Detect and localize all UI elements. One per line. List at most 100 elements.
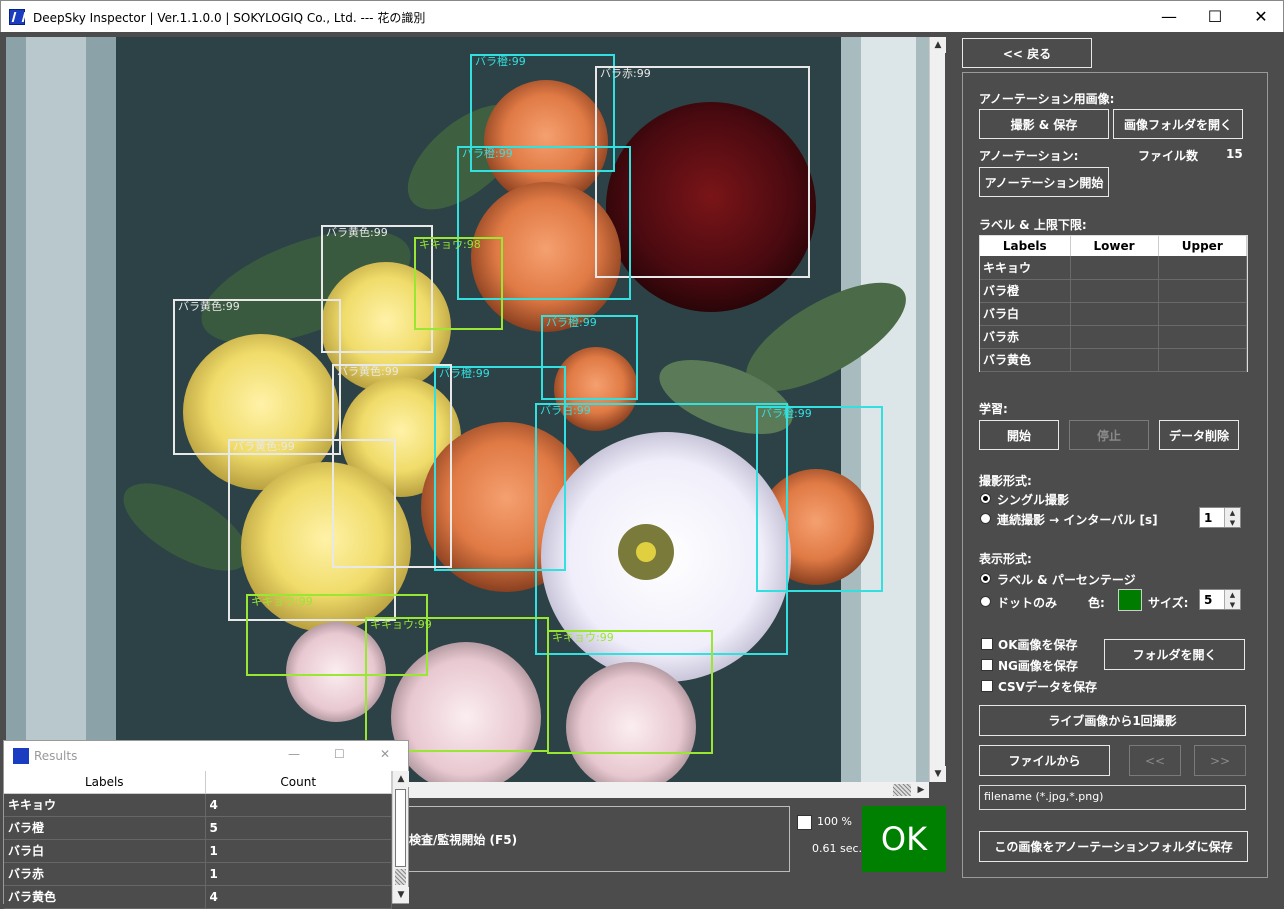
label-cell[interactable]: バラ白 <box>980 302 1071 326</box>
continuous-capture-radio[interactable] <box>980 513 991 524</box>
table-row[interactable]: バラ赤 <box>980 325 1247 349</box>
label-cell[interactable]: キキョウ <box>980 256 1071 280</box>
lower-cell[interactable] <box>1070 256 1159 280</box>
size-stepper[interactable]: 5 ▲ ▼ <box>1199 589 1241 610</box>
table-row[interactable]: バラ黄色 4 <box>4 885 392 909</box>
results-maximize-button[interactable]: ☐ <box>334 747 345 761</box>
count-cell: 4 <box>205 885 392 909</box>
results-scrollbar[interactable]: ▲ ▼ <box>392 771 409 903</box>
interval-stepper[interactable]: 1 ▲ ▼ <box>1199 507 1241 528</box>
scroll-thumb[interactable] <box>395 789 406 867</box>
table-row[interactable]: バラ橙 5 <box>4 816 392 840</box>
flower-image <box>6 37 929 782</box>
back-button[interactable]: << 戻る <box>962 38 1092 68</box>
start-inspection-label[interactable]: 検査/監視開始 (F5) <box>409 831 517 848</box>
table-row[interactable]: キキョウ 4 <box>4 793 392 817</box>
stepper-up-icon[interactable]: ▲ <box>1225 590 1240 600</box>
continuous-capture-label: 連続撮影 → インターバル [s] <box>997 513 1158 527</box>
label-percentage-label: ラベル & パーセンテージ <box>997 573 1136 587</box>
label-limits-label: ラベル & 上限下限: <box>979 218 1087 232</box>
column-header[interactable]: Upper <box>1158 236 1247 256</box>
save-csv-checkbox[interactable] <box>981 680 993 692</box>
table-row[interactable]: バラ赤 1 <box>4 862 392 886</box>
table-row[interactable]: バラ白 <box>980 302 1247 326</box>
label-percentage-radio[interactable] <box>980 573 991 584</box>
scroll-right-icon[interactable]: ▶ <box>913 782 929 798</box>
vertical-scrollbar[interactable]: ▲ ▼ <box>929 37 946 782</box>
scroll-down-icon[interactable]: ▼ <box>930 766 946 782</box>
table-row[interactable]: キキョウ <box>980 256 1247 280</box>
count-cell: 1 <box>205 839 392 863</box>
lower-cell[interactable] <box>1070 279 1159 303</box>
table-row[interactable]: バラ橙 <box>980 279 1247 303</box>
open-image-folder-button[interactable]: 画像フォルダを開く <box>1113 109 1243 139</box>
column-header[interactable]: Labels <box>4 771 206 794</box>
single-capture-radio[interactable] <box>980 493 991 504</box>
scroll-up-icon[interactable]: ▲ <box>393 771 409 787</box>
column-header[interactable]: Lower <box>1070 236 1159 256</box>
filename-field[interactable]: filename (*.jpg,*.png) <box>979 785 1246 810</box>
annotation-label: アノーテーション: <box>979 149 1079 163</box>
minimize-button[interactable]: — <box>1146 1 1192 32</box>
prev-file-button[interactable]: << <box>1129 745 1181 776</box>
upper-cell[interactable] <box>1158 256 1247 280</box>
capture-save-button[interactable]: 撮影 & 保存 <box>979 109 1109 139</box>
column-header[interactable]: Labels <box>980 236 1071 256</box>
dots-only-radio[interactable] <box>980 596 991 607</box>
size-value[interactable]: 5 <box>1204 593 1212 607</box>
next-file-button[interactable]: >> <box>1194 745 1246 776</box>
results-minimize-button[interactable]: — <box>288 747 300 761</box>
upper-cell[interactable] <box>1158 348 1247 372</box>
label-cell: バラ白 <box>4 839 206 863</box>
image-viewer[interactable]: バラ橙:99 バラ赤:99 バラ橙:99 バラ黄色:99 キキョウ:98 バラ黄… <box>6 37 929 782</box>
delete-data-button[interactable]: データ削除 <box>1159 420 1239 450</box>
table-row[interactable]: バラ黄色 <box>980 348 1247 372</box>
learn-start-button[interactable]: 開始 <box>979 420 1059 450</box>
title-bar: DeepSky Inspector | Ver.1.1.0.0 | SOKYLO… <box>0 0 1284 32</box>
scroll-grip[interactable] <box>395 869 406 885</box>
column-header[interactable]: Count <box>205 771 392 794</box>
label-limits-grid[interactable]: Labels Lower Upper キキョウ バラ橙 バラ白 バラ赤 バラ黄色 <box>979 235 1248 372</box>
label-cell[interactable]: バラ橙 <box>980 279 1071 303</box>
from-file-button[interactable]: ファイルから <box>979 745 1110 776</box>
app-icon <box>9 9 25 25</box>
capture-once-live-button[interactable]: ライブ画像から1回撮影 <box>979 705 1246 736</box>
results-grid[interactable]: Labels Count キキョウ 4 バラ橙 5 バラ白 1 バラ赤 1 バラ黄色 4 <box>4 771 392 909</box>
scroll-down-icon[interactable]: ▼ <box>393 887 409 903</box>
stepper-up-icon[interactable]: ▲ <box>1225 508 1240 518</box>
inspection-start-box[interactable]: 検査/監視開始 (F5) <box>404 806 790 872</box>
display-format-label: 表示形式: <box>979 552 1032 566</box>
stepper-down-icon[interactable]: ▼ <box>1225 518 1240 528</box>
annotation-image-label: アノーテーション用画像: <box>979 92 1115 106</box>
lower-cell[interactable] <box>1070 325 1159 349</box>
open-folder-button[interactable]: フォルダを開く <box>1104 639 1245 670</box>
scroll-up-icon[interactable]: ▲ <box>930 37 946 53</box>
upper-cell[interactable] <box>1158 325 1247 349</box>
label-cell[interactable]: バラ黄色 <box>980 348 1071 372</box>
upper-cell[interactable] <box>1158 302 1247 326</box>
upper-cell[interactable] <box>1158 279 1247 303</box>
label-cell[interactable]: バラ赤 <box>980 325 1071 349</box>
save-ok-checkbox[interactable] <box>981 638 993 650</box>
dot-color-swatch[interactable] <box>1118 589 1142 611</box>
learn-stop-button[interactable]: 停止 <box>1069 420 1149 450</box>
start-annotation-button[interactable]: アノーテーション開始 <box>979 167 1109 197</box>
capture-format-label: 撮影形式: <box>979 474 1032 488</box>
stepper-down-icon[interactable]: ▼ <box>1225 600 1240 610</box>
count-cell: 1 <box>205 862 392 886</box>
scroll-grip[interactable] <box>893 784 911 796</box>
maximize-button[interactable]: ☐ <box>1192 1 1238 32</box>
save-ng-checkbox[interactable] <box>981 659 993 671</box>
results-title-bar[interactable]: Results — ☐ ✕ <box>4 741 408 771</box>
elapsed-time: 0.61 sec. <box>812 842 863 855</box>
save-csv-label: CSVデータを保存 <box>998 680 1097 694</box>
lower-cell[interactable] <box>1070 302 1159 326</box>
interval-value[interactable]: 1 <box>1204 511 1212 525</box>
lower-cell[interactable] <box>1070 348 1159 372</box>
save-to-annotation-button[interactable]: この画像をアノーテーションフォルダに保存 <box>979 831 1248 862</box>
zoom-checkbox[interactable] <box>797 815 812 830</box>
table-row[interactable]: バラ白 1 <box>4 839 392 863</box>
results-window[interactable]: Results — ☐ ✕ Labels Count キキョウ 4 バラ橙 5 バラ… <box>3 740 409 909</box>
results-close-button[interactable]: ✕ <box>380 747 390 761</box>
close-button[interactable]: ✕ <box>1238 1 1284 32</box>
